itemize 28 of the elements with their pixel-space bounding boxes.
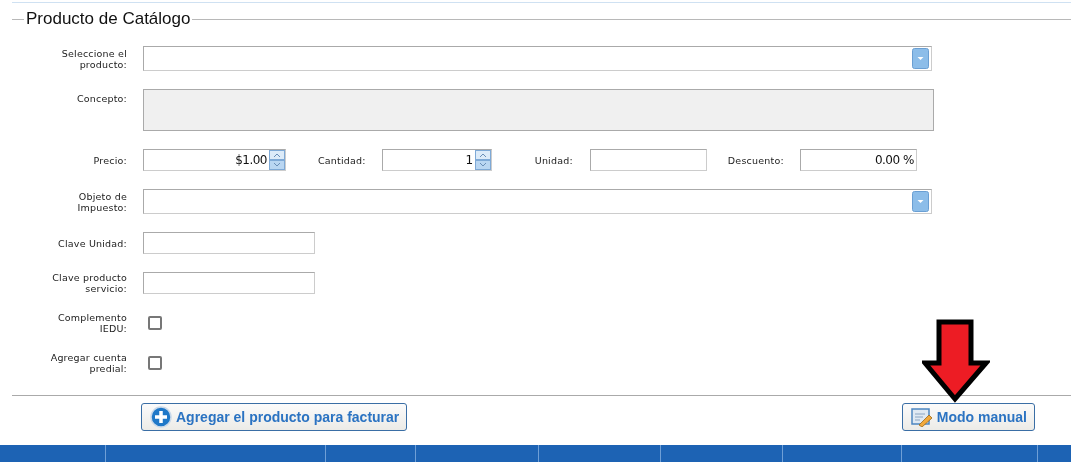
input-field[interactable] <box>143 232 315 254</box>
edit-icon <box>910 407 933 427</box>
field-label: Agregar cuenta predial: <box>49 352 127 374</box>
field-label: Unidad: <box>534 154 573 166</box>
add-icon <box>150 406 172 428</box>
field-label: Seleccione el producto: <box>60 47 127 70</box>
checkbox[interactable] <box>148 316 162 330</box>
input-field[interactable] <box>589 149 707 171</box>
number-field[interactable]: $1.00 <box>143 149 286 171</box>
add-product-button[interactable]: Agregar el producto para facturar <box>141 403 408 431</box>
dropdown-field[interactable] <box>143 189 932 214</box>
field-label: Clave Unidad: <box>57 237 127 249</box>
spinner-buttons[interactable] <box>269 150 285 170</box>
number-field[interactable]: 1 <box>381 149 492 171</box>
input-field[interactable]: 0.00 % <box>799 149 917 171</box>
field-label: Descuento: <box>727 154 784 166</box>
field-label: Concepto: <box>75 92 127 104</box>
field-label: Cantidad: <box>318 154 366 166</box>
section-title: Producto de Catálogo <box>25 9 192 29</box>
dropdown-field[interactable] <box>143 46 932 71</box>
field-label: Complemento IEDU: <box>56 312 127 334</box>
field-label: Precio: <box>92 154 127 166</box>
field-label: Clave producto servicio: <box>51 272 127 294</box>
field-label: Objeto de Impuesto: <box>76 190 127 213</box>
spinner-buttons[interactable] <box>474 150 491 170</box>
input-field[interactable] <box>143 272 315 294</box>
checkbox[interactable] <box>148 356 162 370</box>
manual-mode-button[interactable]: Modo manual <box>901 403 1035 431</box>
